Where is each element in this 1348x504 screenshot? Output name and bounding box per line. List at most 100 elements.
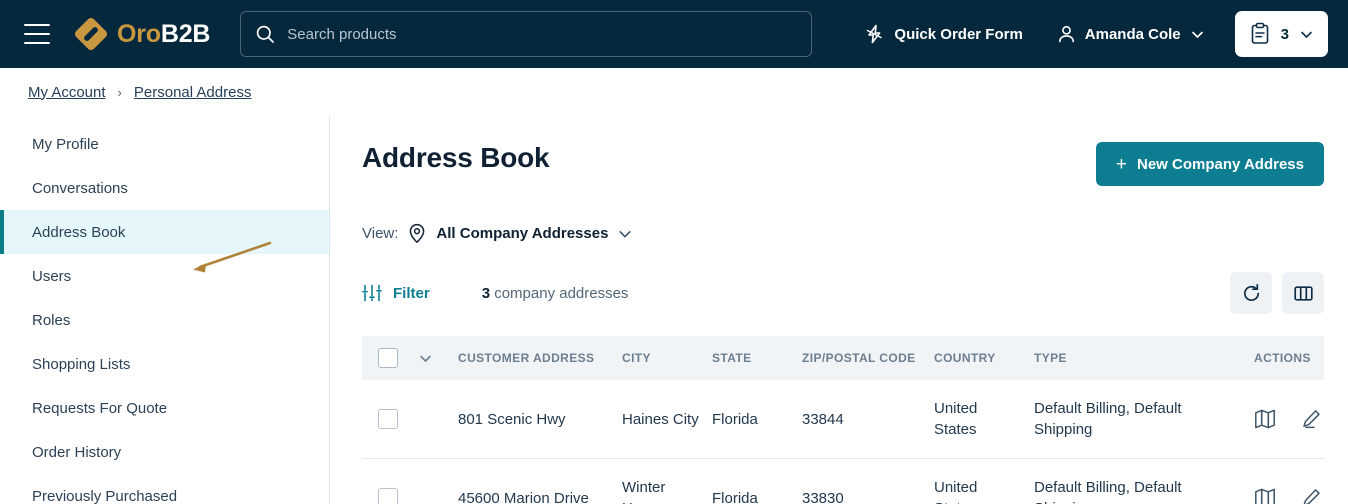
column-header-zip[interactable]: ZIP/POSTAL CODE xyxy=(796,336,928,380)
cell-zip: 33830 xyxy=(796,459,928,504)
column-header-city[interactable]: CITY xyxy=(616,336,706,380)
sidebar-item-label: Conversations xyxy=(32,180,128,197)
refresh-icon xyxy=(1241,283,1262,304)
chevron-down-icon xyxy=(418,351,433,366)
grid-toolbar: Filter 3 company addresses xyxy=(362,272,1324,314)
cell-country: United States xyxy=(928,459,1028,504)
hamburger-menu-icon[interactable] xyxy=(24,24,50,44)
main-content: Address Book + New Company Address View:… xyxy=(330,116,1348,504)
sidebar-item-order-history[interactable]: Order History xyxy=(0,430,329,474)
cell-zip: 33844 xyxy=(796,380,928,459)
view-selector: View: All Company Addresses xyxy=(362,223,1324,244)
sidebar-item-label: Address Book xyxy=(32,224,125,241)
cart-count-badge: 3 xyxy=(1281,26,1289,43)
oro-diamond-logo-icon xyxy=(74,17,108,51)
main-header: Address Book + New Company Address xyxy=(362,142,1324,186)
cell-city: Haines City xyxy=(616,380,706,459)
search-input[interactable]: Search products xyxy=(240,11,812,57)
columns-icon xyxy=(1293,283,1314,304)
refresh-button[interactable] xyxy=(1230,272,1272,314)
filter-button[interactable]: Filter xyxy=(362,283,430,303)
address-table: CUSTOMER ADDRESS CITY STATE ZIP/POSTAL C… xyxy=(362,336,1324,504)
select-menu-header xyxy=(418,336,452,380)
sidebar-item-users[interactable]: Users xyxy=(0,254,329,298)
filter-label: Filter xyxy=(393,285,430,302)
cell-type: Default Billing, Default Shipping xyxy=(1028,380,1210,459)
row-checkbox[interactable] xyxy=(378,409,398,429)
select-menu-button[interactable] xyxy=(418,351,452,366)
cell-customer-address: 45600 Marion Drive xyxy=(452,459,616,504)
sidebar-item-requests-for-quote[interactable]: Requests For Quote xyxy=(0,386,329,430)
oro-b2b-logo[interactable]: OroB2B xyxy=(74,17,210,51)
cell-actions xyxy=(1210,380,1324,459)
cell-customer-address: 801 Scenic Hwy xyxy=(452,380,616,459)
view-label: View: xyxy=(362,225,398,242)
clipboard-list-icon xyxy=(1249,22,1271,46)
account-menu-button[interactable]: Amanda Cole xyxy=(1041,24,1221,44)
column-header-country[interactable]: COUNTRY xyxy=(928,336,1028,380)
record-count-suffix: company addresses xyxy=(490,285,628,302)
record-count: 3 company addresses xyxy=(482,285,629,302)
select-all-checkbox[interactable] xyxy=(378,348,398,368)
search-placeholder-text: Search products xyxy=(287,26,396,43)
sidebar-item-my-profile[interactable]: My Profile xyxy=(0,122,329,166)
breadcrumb: My Account › Personal Address xyxy=(0,68,1348,116)
logo-text-b2b: B2B xyxy=(161,20,210,48)
sidebar-item-conversations[interactable]: Conversations xyxy=(0,166,329,210)
breadcrumb-separator: › xyxy=(118,85,122,100)
map-pin-icon xyxy=(407,223,427,244)
map-icon[interactable] xyxy=(1254,487,1276,504)
column-header-customer-address[interactable]: CUSTOMER ADDRESS xyxy=(452,336,616,380)
filter-sliders-icon xyxy=(362,283,382,303)
sidebar-item-label: Users xyxy=(32,268,71,285)
page-title: Address Book xyxy=(362,142,549,174)
sidebar: My Profile Conversations Address Book Us… xyxy=(0,116,330,504)
sidebar-item-label: My Profile xyxy=(32,136,99,153)
edit-pencil-icon[interactable] xyxy=(1300,408,1322,430)
cell-state: Florida xyxy=(706,459,796,504)
columns-button[interactable] xyxy=(1282,272,1324,314)
sidebar-item-roles[interactable]: Roles xyxy=(0,298,329,342)
sidebar-item-label: Previously Purchased xyxy=(32,488,177,504)
breadcrumb-item-my-account[interactable]: My Account xyxy=(28,84,106,101)
table-body: 801 Scenic Hwy Haines City Florida 33844… xyxy=(362,380,1324,504)
user-icon xyxy=(1057,24,1076,44)
row-spacer-cell xyxy=(418,380,452,459)
table-header: CUSTOMER ADDRESS CITY STATE ZIP/POSTAL C… xyxy=(362,336,1324,380)
table-header-row: CUSTOMER ADDRESS CITY STATE ZIP/POSTAL C… xyxy=(362,336,1324,380)
row-select-cell xyxy=(362,380,418,459)
page-body: My Profile Conversations Address Book Us… xyxy=(0,116,1348,504)
sidebar-item-label: Requests For Quote xyxy=(32,400,167,417)
sidebar-item-label: Shopping Lists xyxy=(32,356,130,373)
lightning-icon xyxy=(865,24,884,44)
chevron-down-icon xyxy=(1190,27,1205,42)
select-all-header xyxy=(362,336,418,380)
sidebar-item-previously-purchased[interactable]: Previously Purchased xyxy=(0,474,329,504)
header-actions: Quick Order Form Amanda Cole 3 xyxy=(847,11,1328,57)
table-row[interactable]: 801 Scenic Hwy Haines City Florida 33844… xyxy=(362,380,1324,459)
cell-city: Winter Haven xyxy=(616,459,706,504)
table-row[interactable]: 45600 Marion Drive Winter Haven Florida … xyxy=(362,459,1324,504)
cart-button[interactable]: 3 xyxy=(1235,11,1328,57)
account-name-label: Amanda Cole xyxy=(1085,26,1181,43)
column-header-state[interactable]: STATE xyxy=(706,336,796,380)
breadcrumb-item-personal-address[interactable]: Personal Address xyxy=(134,84,252,101)
new-company-address-label: New Company Address xyxy=(1137,156,1304,173)
sidebar-item-address-book[interactable]: Address Book xyxy=(0,210,329,254)
chevron-down-icon xyxy=(1299,27,1314,42)
row-select-cell xyxy=(362,459,418,504)
chevron-down-icon[interactable] xyxy=(617,226,633,242)
sidebar-item-label: Roles xyxy=(32,312,70,329)
column-header-actions: ACTIONS xyxy=(1210,336,1324,380)
sidebar-item-shopping-lists[interactable]: Shopping Lists xyxy=(0,342,329,386)
quick-order-form-button[interactable]: Quick Order Form xyxy=(847,24,1040,44)
new-company-address-button[interactable]: + New Company Address xyxy=(1096,142,1324,186)
column-header-type[interactable]: TYPE xyxy=(1028,336,1210,380)
row-spacer-cell xyxy=(418,459,452,504)
grid-toolbar-actions xyxy=(1230,272,1324,314)
row-checkbox[interactable] xyxy=(378,488,398,504)
map-icon[interactable] xyxy=(1254,408,1276,430)
edit-pencil-icon[interactable] xyxy=(1300,487,1322,504)
record-count-number: 3 xyxy=(482,285,490,302)
view-value[interactable]: All Company Addresses xyxy=(436,225,608,242)
